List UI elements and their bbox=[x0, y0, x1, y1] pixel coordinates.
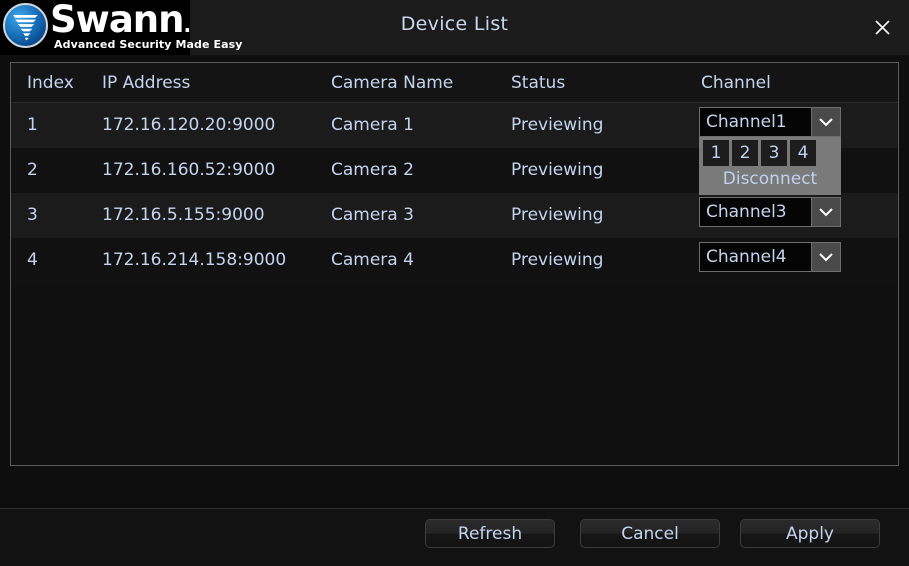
channel-select-arrow[interactable] bbox=[811, 242, 841, 272]
brand-tagline: Advanced Security Made Easy bbox=[54, 38, 243, 51]
channel-select-value: Channel1 bbox=[699, 107, 811, 137]
channel-option-3[interactable]: 3 bbox=[761, 140, 787, 166]
cell-status: Previewing bbox=[511, 250, 603, 270]
channel-select[interactable]: Channel3 bbox=[699, 197, 841, 227]
column-header-channel: Channel bbox=[701, 73, 771, 93]
channel-option-4[interactable]: 4 bbox=[790, 140, 816, 166]
channel-select-value: Channel3 bbox=[699, 197, 811, 227]
channel-option-disconnect[interactable]: Disconnect bbox=[699, 166, 841, 191]
cell-index: 1 bbox=[27, 115, 38, 135]
cell-status: Previewing bbox=[511, 160, 603, 180]
cell-status: Previewing bbox=[511, 205, 603, 225]
channel-number-group: 1 2 3 4 bbox=[699, 140, 841, 166]
column-header-status: Status bbox=[511, 73, 565, 93]
title-bar: Swann. Advanced Security Made Easy Devic… bbox=[0, 0, 909, 55]
channel-select-value: Channel4 bbox=[699, 242, 811, 272]
cell-camera-name: Camera 4 bbox=[331, 250, 414, 270]
chevron-down-icon bbox=[818, 207, 834, 217]
close-icon bbox=[874, 19, 891, 36]
cell-ip-address: 172.16.5.155:9000 bbox=[102, 205, 265, 225]
cell-camera-name: Camera 2 bbox=[331, 160, 414, 180]
cell-camera-name: Camera 3 bbox=[331, 205, 414, 225]
cell-ip-address: 172.16.214.158:9000 bbox=[102, 250, 286, 270]
refresh-button[interactable]: Refresh bbox=[425, 519, 555, 548]
table-header-row: Index IP Address Camera Name Status Chan… bbox=[11, 63, 898, 103]
chevron-down-icon bbox=[818, 117, 834, 127]
channel-option-2[interactable]: 2 bbox=[732, 140, 758, 166]
table-row[interactable]: 1 172.16.120.20:9000 Camera 1 Previewing… bbox=[11, 103, 898, 148]
chevron-down-icon bbox=[818, 252, 834, 262]
channel-select[interactable]: Channel1 bbox=[699, 107, 841, 137]
channel-dropdown-popup[interactable]: 1 2 3 4 Disconnect bbox=[699, 137, 841, 195]
table-row[interactable]: 3 172.16.5.155:9000 Camera 3 Previewing … bbox=[11, 193, 898, 238]
cell-index: 3 bbox=[27, 205, 38, 225]
cell-status: Previewing bbox=[511, 115, 603, 135]
device-list-panel: Index IP Address Camera Name Status Chan… bbox=[10, 62, 899, 466]
channel-select[interactable]: Channel4 bbox=[699, 242, 841, 272]
cell-camera-name: Camera 1 bbox=[331, 115, 414, 135]
column-header-index: Index bbox=[27, 73, 74, 93]
column-header-camera-name: Camera Name bbox=[331, 73, 453, 93]
page-title: Device List bbox=[0, 13, 909, 35]
channel-select-arrow[interactable] bbox=[811, 107, 841, 137]
channel-select-arrow[interactable] bbox=[811, 197, 841, 227]
close-button[interactable] bbox=[865, 10, 899, 44]
cell-ip-address: 172.16.160.52:9000 bbox=[102, 160, 275, 180]
table-row[interactable]: 4 172.16.214.158:9000 Camera 4 Previewin… bbox=[11, 238, 898, 283]
apply-button[interactable]: Apply bbox=[740, 519, 880, 548]
footer-bar: Refresh Cancel Apply bbox=[0, 509, 909, 566]
cell-index: 2 bbox=[27, 160, 38, 180]
column-header-ip-address: IP Address bbox=[102, 73, 190, 93]
cell-index: 4 bbox=[27, 250, 38, 270]
cancel-button[interactable]: Cancel bbox=[580, 519, 720, 548]
channel-option-1[interactable]: 1 bbox=[703, 140, 729, 166]
cell-ip-address: 172.16.120.20:9000 bbox=[102, 115, 275, 135]
